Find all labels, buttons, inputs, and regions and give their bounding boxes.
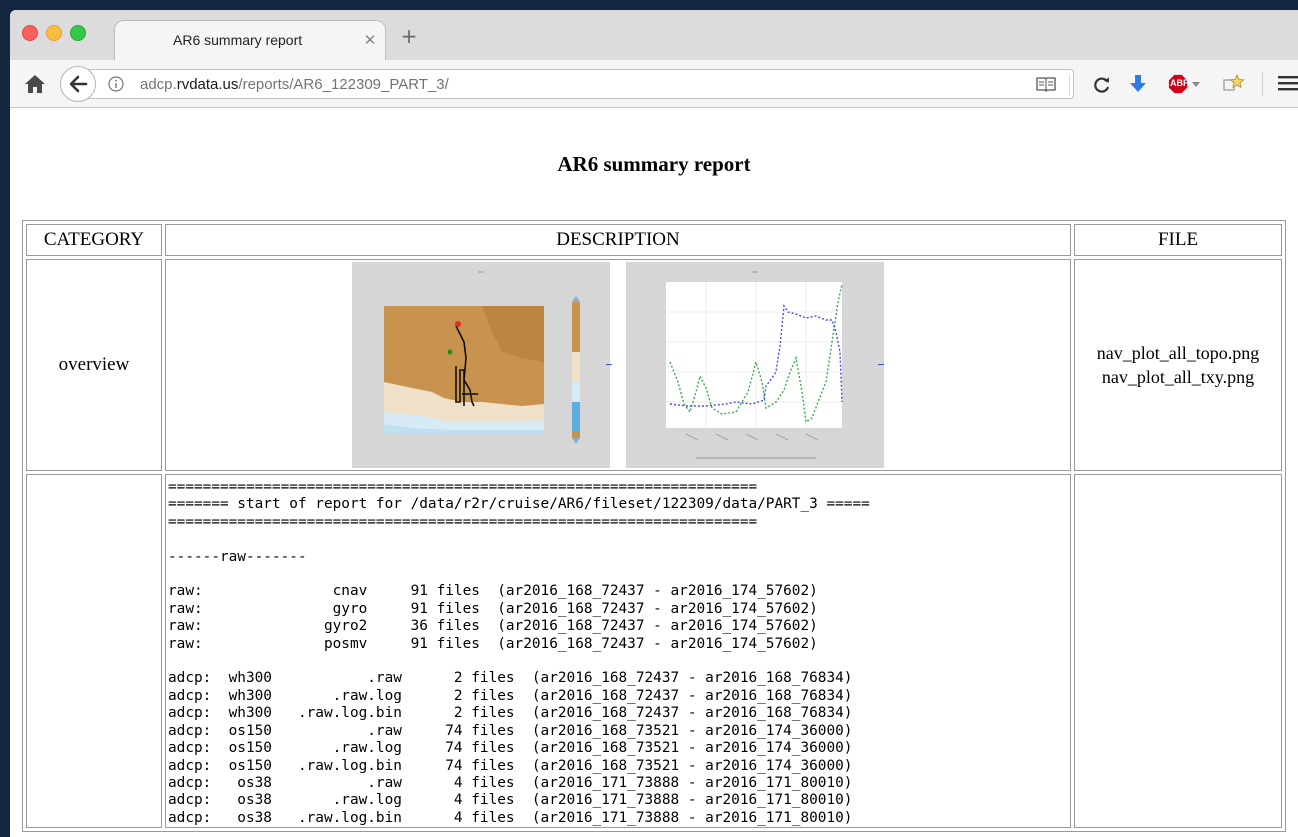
download-arrow-icon[interactable] <box>1128 73 1148 95</box>
home-icon[interactable] <box>24 73 46 95</box>
overview-plots-cell <box>165 259 1071 471</box>
file-name: nav_plot_all_txy.png <box>1101 367 1255 387</box>
tab-active[interactable]: AR6 summary report ✕ <box>114 20 386 60</box>
report-line: raw: gyro2 36 files (ar2016_168_72437 - … <box>168 618 818 635</box>
adblock-plus-icon[interactable]: ABP <box>1168 73 1192 95</box>
report-line: adcp: os38 .raw 4 files (ar2016_171_7388… <box>168 774 853 791</box>
image-link-underline <box>606 364 612 365</box>
report-line: ========================================… <box>168 513 758 530</box>
tab-title: AR6 summary report <box>173 32 303 48</box>
nav-toolbar: adcp.rvdata.us/reports/AR6_122309_PART_3… <box>10 60 1298 108</box>
report-line: ------raw------- <box>168 548 307 565</box>
report-table: CATEGORY DESCRIPTION FILE overview nav_p… <box>22 220 1286 833</box>
file-name: nav_plot_all_topo.png <box>1096 343 1260 363</box>
category-empty-cell <box>26 474 162 829</box>
page-title: AR6 summary report <box>557 152 751 176</box>
adblock-label: ABP <box>1170 78 1190 88</box>
page-content: AR6 summary report CATEGORY DESCRIPTION … <box>10 108 1298 837</box>
report-line: ======= start of report for /data/r2r/cr… <box>168 496 870 513</box>
table-header-row: CATEGORY DESCRIPTION FILE <box>26 224 1282 256</box>
report-line: raw: posmv 91 files (ar2016_168_72437 - … <box>168 635 818 652</box>
new-tab-button[interactable]: + <box>398 26 420 48</box>
back-arrow-icon <box>69 75 88 93</box>
url-text[interactable]: adcp.rvdata.us/reports/AR6_122309_PART_3… <box>140 76 449 93</box>
bookmark-star-icon[interactable] <box>1222 72 1246 94</box>
report-line: adcp: os150 .raw 74 files (ar2016_168_73… <box>168 722 853 739</box>
header-file: FILE <box>1074 224 1282 256</box>
overview-files-cell: nav_plot_all_topo.png nav_plot_all_txy.p… <box>1074 259 1282 471</box>
hamburger-menu-icon[interactable] <box>1278 74 1298 92</box>
info-icon[interactable] <box>108 76 124 92</box>
reload-icon[interactable] <box>1092 75 1112 95</box>
image-link-underline <box>878 364 884 365</box>
report-line: adcp: os38 .raw.log 4 files (ar2016_171_… <box>168 792 853 809</box>
report-line: adcp: wh300 .raw.log 2 files (ar2016_168… <box>168 687 853 704</box>
table-row-report: ========================================… <box>26 474 1282 829</box>
url-separator <box>1069 74 1070 96</box>
category-overview: overview <box>26 259 162 471</box>
close-window-button[interactable] <box>22 25 38 41</box>
report-line: adcp: os38 .raw.log.bin 4 files (ar2016_… <box>168 809 853 826</box>
zoom-window-button[interactable] <box>70 25 86 41</box>
report-line: adcp: os150 .raw.log.bin 74 files (ar201… <box>168 757 853 774</box>
report-text: ========================================… <box>168 479 1070 827</box>
url-bar[interactable]: adcp.rvdata.us/reports/AR6_122309_PART_3… <box>84 69 1110 99</box>
minimize-window-button[interactable] <box>46 25 62 41</box>
report-text-cell: ========================================… <box>165 474 1071 829</box>
reader-view-icon[interactable] <box>1036 76 1056 92</box>
report-line: adcp: wh300 .raw 2 files (ar2016_168_724… <box>168 670 853 687</box>
toolbar-separator <box>1262 72 1263 96</box>
report-line: adcp: wh300 .raw.log.bin 2 files (ar2016… <box>168 705 853 722</box>
header-description: DESCRIPTION <box>165 224 1071 256</box>
nav-txy-plot-image[interactable] <box>626 262 884 468</box>
report-line: raw: cnav 91 files (ar2016_168_72437 - a… <box>168 583 818 600</box>
report-line: raw: gyro 91 files (ar2016_168_72437 - a… <box>168 600 818 617</box>
browser-window: AR6 summary report ✕ + adcp.rvdata.us/re… <box>10 10 1298 837</box>
header-category: CATEGORY <box>26 224 162 256</box>
back-button[interactable] <box>60 66 96 102</box>
file-empty-cell <box>1074 474 1282 829</box>
tab-strip: AR6 summary report ✕ + <box>10 10 1298 60</box>
report-line: ========================================… <box>168 479 758 495</box>
adblock-dropdown-icon[interactable] <box>1192 82 1200 87</box>
table-row-overview: overview nav_plot_all_topo.png nav_plot_… <box>26 259 1282 471</box>
report-line: adcp: os150 .raw.log 74 files (ar2016_16… <box>168 740 853 757</box>
tab-close-icon[interactable]: ✕ <box>359 29 381 51</box>
nav-topo-plot-image[interactable] <box>352 262 610 468</box>
